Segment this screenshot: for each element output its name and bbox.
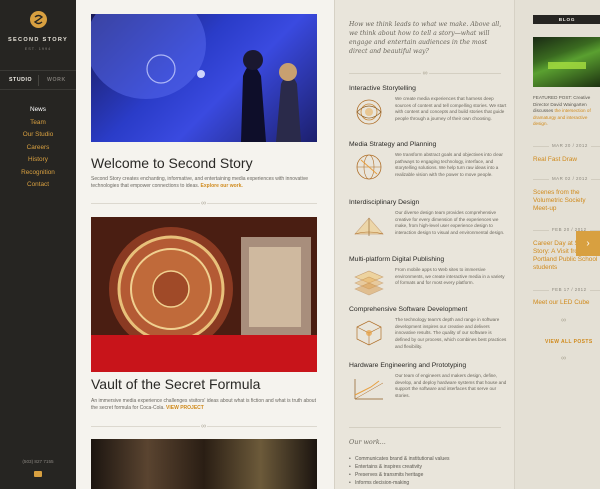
philosophy-quote: How we think leads to what we make. Abov… (349, 21, 502, 55)
list-item: Communicates brand & institutional value… (349, 455, 449, 463)
service-body: We create media experiences that harness… (395, 96, 507, 122)
blog-post-link[interactable]: Scenes from the Volumetric Society Meet-… (533, 189, 600, 213)
service-title: Comprehensive Software Development (349, 306, 468, 313)
nav-item-news[interactable]: News (0, 106, 76, 119)
service-title: Hardware Engineering and Prototyping (349, 362, 467, 369)
tab-studio[interactable]: STUDIO (9, 77, 32, 83)
nav-item-careers[interactable]: Careers (0, 144, 76, 157)
nav-item-recognition[interactable]: Recognition (0, 169, 76, 182)
post-date: MAR 02 / 2012 (533, 176, 600, 181)
service-title: Interactive Storytelling (349, 85, 416, 92)
globe-illustration-icon (356, 154, 382, 180)
service-digital-publishing: Multi-platform Digital Publishing From m… (349, 256, 509, 296)
service-body: From mobile apps to Web sites to immersi… (395, 267, 505, 286)
service-body: The technology team's depth and range in… (395, 317, 507, 349)
book-illustration-icon (354, 217, 384, 236)
knot-ornament-icon: ∞ (561, 355, 566, 362)
feature-title-welcome[interactable]: Welcome to Second Story (91, 155, 253, 171)
service-media-strategy: Media Strategy and Planning We transform… (349, 141, 509, 180)
layers-illustration-icon (354, 270, 384, 296)
feature-body-welcome: Second Story creates enchanting, informa… (91, 176, 317, 190)
post-date: FEB 17 / 2012 (533, 287, 600, 292)
view-all-posts-link[interactable]: VIEW ALL POSTS (545, 339, 593, 345)
phone-number: (503) 827 7155 (22, 459, 54, 464)
service-title: Media Strategy and Planning (349, 141, 437, 148)
view-project-link[interactable]: VIEW PROJECT (166, 405, 204, 411)
knot-ornament-icon: ∞ (561, 317, 566, 324)
feature-image-third[interactable] (91, 439, 317, 489)
spiral-illustration-icon (356, 99, 382, 125)
feature-image-vault[interactable] (91, 217, 317, 372)
sidebar: SECOND STORY EST. 1994 STUDIO WORK News … (0, 0, 76, 489)
knot-ornament-icon: ∞ (200, 200, 207, 207)
feature-title-vault[interactable]: Vault of the Secret Formula (91, 376, 260, 392)
explore-work-link[interactable]: Explore our work. (201, 183, 243, 189)
blog-header[interactable]: BLOG (533, 15, 600, 24)
list-item: Preserves & transmits heritage (349, 471, 450, 479)
section-divider: ∞ (91, 423, 317, 430)
service-title: Interdisciplinary Design (349, 199, 420, 206)
featured-post-image[interactable] (533, 37, 600, 87)
section-divider: ∞ (91, 200, 317, 207)
brand-name[interactable]: SECOND STORY (0, 37, 76, 43)
section-divider (349, 427, 501, 428)
knot-ornament-icon: ∞ (200, 423, 207, 430)
nav-item-our-studio[interactable]: Our Studio (0, 131, 76, 144)
feature-image-welcome[interactable] (91, 14, 317, 142)
post-date-label: FEB 17 / 2012 (549, 287, 590, 292)
chart-illustration-icon (354, 379, 384, 400)
service-body: We transform abstract goals and objectiv… (395, 152, 503, 178)
established-year: EST. 1994 (24, 47, 52, 51)
section-tabs: STUDIO WORK (0, 70, 76, 90)
service-title: Multi-platform Digital Publishing (349, 256, 445, 263)
our-work-list: Communicates brand & institutional value… (349, 455, 450, 487)
featured-post-text: FEATURED POST: Creative Director David W… (533, 95, 600, 128)
services-column: How we think leads to what we make. Abov… (334, 0, 514, 489)
nav-item-team[interactable]: Team (0, 119, 76, 132)
service-hardware-engineering: Hardware Engineering and Prototyping Our… (349, 362, 509, 400)
nav-item-contact[interactable]: Contact (0, 181, 76, 194)
logo-mark-icon[interactable] (30, 11, 47, 28)
list-item: Entertains & inspires creativity (349, 463, 450, 471)
tab-work[interactable]: WORK (47, 77, 66, 83)
service-body: Our team of engineers and makers design,… (395, 373, 507, 399)
cube-illustration-icon (356, 320, 382, 346)
knot-ornament-icon: ∞ (421, 70, 429, 77)
service-interdisciplinary-design: Interdisciplinary Design Our diverse des… (349, 199, 509, 236)
post-date-label: MAR 20 / 2012 (549, 143, 591, 148)
service-interactive-storytelling: Interactive Storytelling We create media… (349, 85, 509, 125)
blog-post-link[interactable]: Real Fast Draw (533, 156, 600, 164)
post-date-label: MAR 02 / 2012 (549, 176, 591, 181)
service-software-development: Comprehensive Software Development The t… (349, 306, 509, 349)
mail-icon[interactable] (34, 471, 42, 477)
studio-nav: News Team Our Studio Careers History Rec… (0, 106, 76, 194)
image-highlight (548, 62, 586, 69)
feature-column: Welcome to Second Story Second Story cre… (76, 0, 334, 489)
service-body: Our diverse design team provides compreh… (395, 210, 505, 236)
our-work-heading: Our work... (349, 438, 386, 446)
chevron-right-icon[interactable]: › (576, 231, 600, 256)
nav-item-history[interactable]: History (0, 156, 76, 169)
blog-post-link[interactable]: Meet our LED Cube (533, 299, 600, 307)
section-divider: ∞ (349, 70, 501, 77)
tab-divider (38, 75, 39, 86)
post-date: MAR 20 / 2012 (533, 143, 600, 148)
list-item: Informs decision-making (349, 479, 450, 487)
feature-body-vault: An immersive media experience challenges… (91, 398, 317, 412)
